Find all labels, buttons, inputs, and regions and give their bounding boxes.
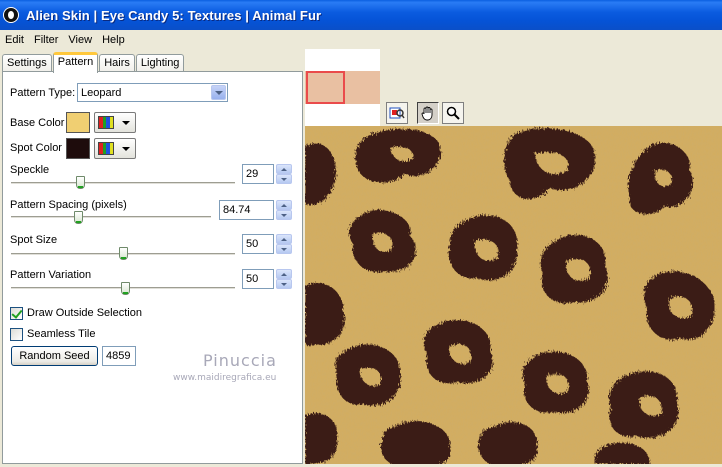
random-seed-input[interactable]: 4859: [102, 346, 136, 366]
pattern-tab-content: Pattern Type: Leopard Base Color Spot Co…: [2, 71, 303, 464]
seamless-tile-label[interactable]: Seamless Tile: [27, 328, 95, 340]
tab-pattern[interactable]: Pattern: [52, 52, 99, 73]
title-bar: Alien Skin | Eye Candy 5: Textures | Ani…: [0, 0, 722, 30]
spin-down-icon[interactable]: [276, 279, 292, 289]
spot-size-input[interactable]: 50: [242, 234, 274, 254]
window-title: Alien Skin | Eye Candy 5: Textures | Ani…: [26, 7, 322, 23]
spot-size-label: Spot Size: [10, 234, 58, 246]
pattern-type-label: Pattern Type:: [10, 87, 76, 99]
spacing-input[interactable]: 84.74: [219, 200, 274, 220]
navigator-tool-button[interactable]: [386, 102, 408, 124]
variation-input[interactable]: 50: [242, 269, 274, 289]
tab-hairs[interactable]: Hairs: [99, 54, 135, 72]
app-icon[interactable]: [3, 7, 19, 23]
variation-slider-thumb[interactable]: [121, 282, 130, 295]
spin-up-icon[interactable]: [276, 200, 292, 210]
leopard-fur-preview: [305, 126, 722, 467]
spacing-slider-track[interactable]: [11, 216, 211, 219]
base-color-swatch[interactable]: [66, 112, 90, 133]
random-seed-button[interactable]: Random Seed: [11, 346, 98, 366]
palette-icon: [98, 142, 114, 155]
tab-strip: Settings Pattern Hairs Lighting: [2, 51, 185, 73]
draw-outside-checkbox[interactable]: [10, 307, 23, 320]
chevron-down-icon[interactable]: [211, 85, 226, 100]
navigator-viewport-rect[interactable]: [306, 71, 345, 104]
pattern-variation-label: Pattern Variation: [10, 269, 92, 281]
speckle-label: Speckle: [10, 164, 50, 176]
palette-icon: [98, 116, 114, 129]
spin-down-icon[interactable]: [276, 210, 292, 220]
watermark-name: Pinuccia: [203, 351, 277, 370]
navigator-icon: [389, 107, 405, 119]
draw-outside-label[interactable]: Draw Outside Selection: [27, 307, 142, 319]
spin-up-icon[interactable]: [276, 164, 292, 174]
spin-up-icon[interactable]: [276, 234, 292, 244]
spot-size-spinner[interactable]: [276, 234, 292, 254]
pattern-type-select[interactable]: Leopard: [77, 83, 228, 102]
pattern-type-value: Leopard: [81, 86, 122, 99]
spot-size-slider-thumb[interactable]: [119, 247, 128, 260]
pattern-spacing-label: Pattern Spacing (pixels): [10, 199, 127, 211]
spin-up-icon[interactable]: [276, 269, 292, 279]
preview-canvas[interactable]: [305, 126, 722, 467]
base-color-palette-button[interactable]: [94, 112, 136, 133]
variation-spinner[interactable]: [276, 269, 292, 289]
spot-color-label: Spot Color: [10, 142, 62, 154]
tab-settings[interactable]: Settings: [2, 54, 52, 72]
seamless-tile-checkbox[interactable]: [10, 328, 23, 341]
zoom-icon: [446, 106, 460, 120]
spin-down-icon[interactable]: [276, 174, 292, 184]
menu-bar: Edit Filter View Help: [0, 30, 722, 49]
spacing-slider-thumb[interactable]: [74, 211, 83, 224]
base-color-label: Base Color: [10, 117, 65, 129]
chevron-down-icon: [122, 147, 130, 151]
speckle-spinner[interactable]: [276, 164, 292, 184]
spot-color-swatch[interactable]: [66, 138, 90, 159]
preview-toolbar: [305, 49, 722, 126]
menu-edit[interactable]: Edit: [0, 34, 29, 46]
spacing-spinner[interactable]: [276, 200, 292, 220]
tab-lighting[interactable]: Lighting: [135, 54, 185, 72]
settings-panel: Settings Pattern Hairs Lighting Pattern …: [0, 49, 305, 464]
spin-down-icon[interactable]: [276, 244, 292, 254]
chevron-down-icon: [122, 121, 130, 125]
menu-help[interactable]: Help: [97, 34, 130, 46]
zoom-tool-button[interactable]: [442, 102, 464, 124]
speckle-input[interactable]: 29: [242, 164, 274, 184]
spot-color-palette-button[interactable]: [94, 138, 136, 159]
menu-view[interactable]: View: [63, 34, 97, 46]
hand-icon: [421, 106, 433, 121]
watermark-url: www.maidiregrafica.eu: [173, 373, 277, 383]
speckle-slider-thumb[interactable]: [76, 176, 85, 189]
speckle-slider-track[interactable]: [11, 182, 235, 185]
hand-tool-button[interactable]: [417, 102, 439, 124]
menu-filter[interactable]: Filter: [29, 34, 63, 46]
